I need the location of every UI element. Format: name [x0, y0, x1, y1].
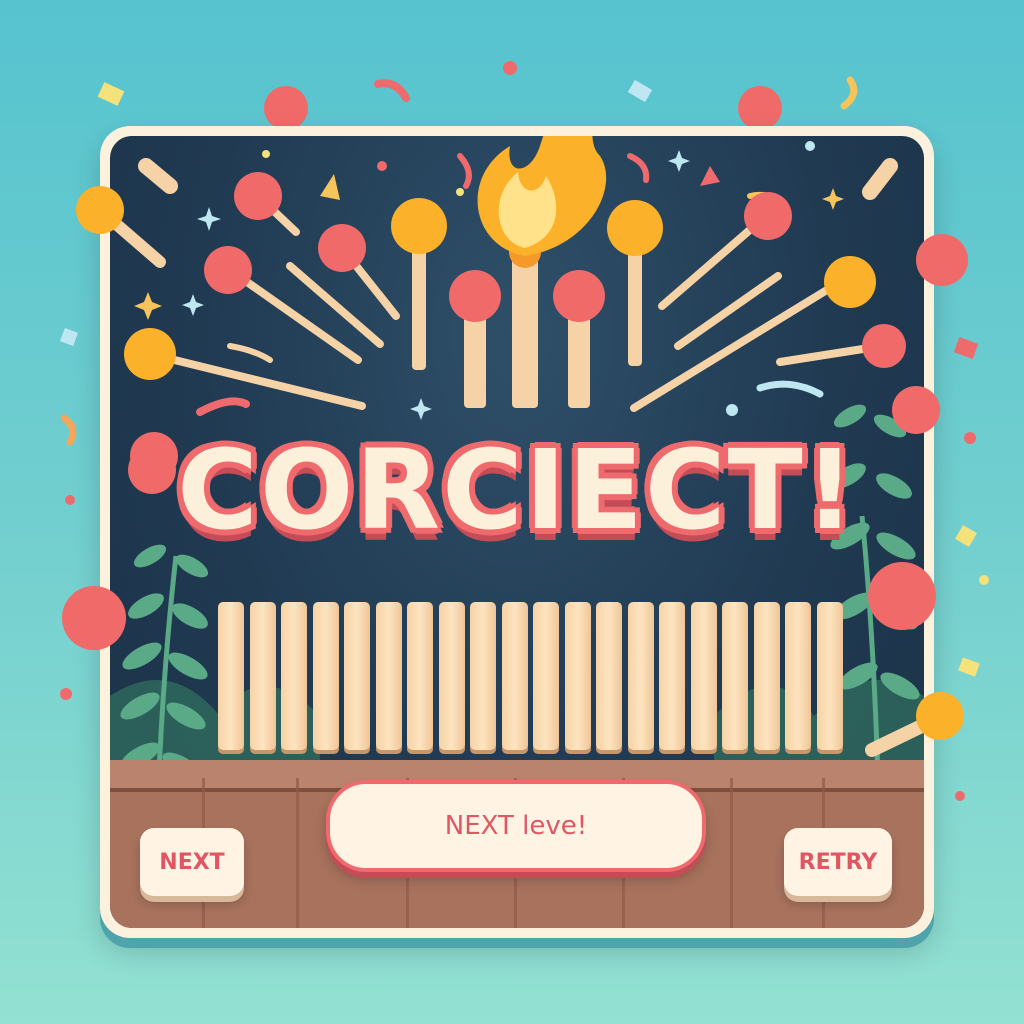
confetti-piece	[60, 414, 77, 446]
answer-stick	[249, 602, 276, 750]
confetti-piece	[840, 76, 858, 110]
answer-stick	[627, 602, 654, 750]
answer-stick	[722, 602, 748, 750]
confetti-piece	[955, 525, 977, 547]
answer-stick	[690, 602, 717, 750]
next-level-button-label: NEXT leve!	[444, 811, 588, 841]
answer-sticks-row	[218, 602, 848, 752]
answer-stick	[785, 602, 811, 750]
confetti-piece	[964, 432, 976, 444]
result-headline: CORCIECT!	[177, 426, 857, 554]
next-level-button[interactable]: NEXT leve!	[326, 780, 706, 872]
confetti-piece	[953, 337, 979, 359]
answer-stick	[281, 602, 307, 750]
answer-stick	[407, 602, 433, 750]
answer-stick	[438, 602, 465, 750]
answer-stick	[218, 602, 244, 750]
confetti-piece	[374, 79, 410, 102]
match-head-ball	[264, 86, 308, 130]
plank-seam	[730, 778, 733, 928]
plank-seam	[296, 778, 299, 928]
game-screen: CORCIECT! NEXT leve! NEXT RETRY	[0, 0, 1024, 1024]
answer-stick	[533, 602, 559, 750]
confetti-piece	[97, 82, 125, 106]
confetti-piece	[60, 328, 78, 346]
confetti-piece	[979, 575, 989, 585]
answer-stick	[375, 602, 402, 750]
answer-stick	[596, 602, 622, 750]
answer-stick	[659, 602, 685, 750]
retry-button[interactable]: RETRY	[784, 828, 892, 896]
confetti-piece	[60, 688, 72, 700]
retry-button-label: RETRY	[798, 849, 878, 875]
answer-stick	[470, 602, 496, 750]
next-button-label: NEXT	[159, 849, 225, 875]
match-head-ball	[738, 86, 782, 130]
answer-stick	[564, 602, 591, 750]
confetti-piece	[958, 657, 980, 677]
next-button[interactable]: NEXT	[140, 828, 244, 896]
answer-stick	[501, 602, 528, 750]
answer-stick	[344, 602, 370, 750]
confetti-piece	[503, 61, 517, 75]
confetti-piece	[627, 79, 653, 103]
answer-stick	[312, 602, 339, 750]
answer-stick	[816, 602, 843, 750]
confetti-piece	[955, 791, 965, 801]
matchstick-icon	[630, 158, 906, 412]
answer-stick	[753, 602, 780, 750]
confetti-piece	[65, 495, 75, 505]
flame-icon	[477, 136, 607, 256]
